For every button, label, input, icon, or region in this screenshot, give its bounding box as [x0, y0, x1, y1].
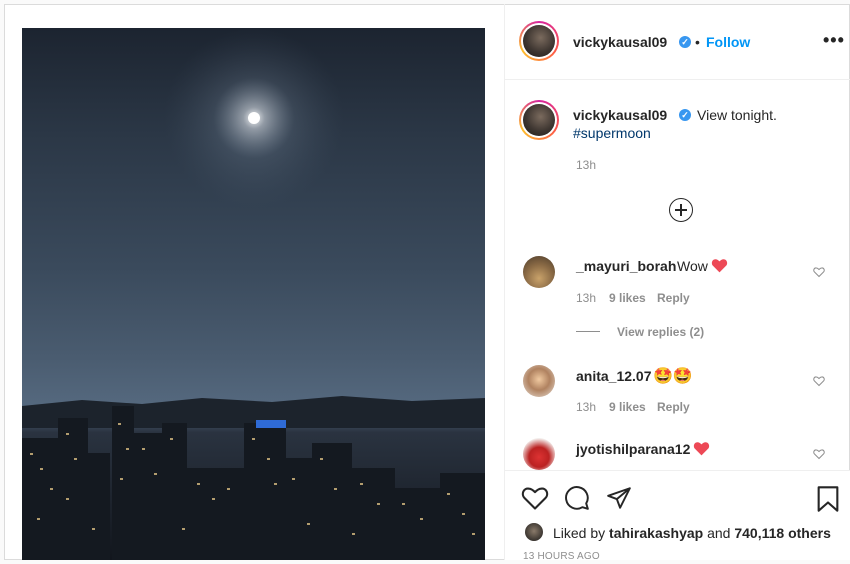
actions-bar: Liked by tahirakashyap and 740,118 other… [505, 470, 850, 562]
heart-outline-icon[interactable] [521, 485, 549, 511]
commenter-avatar[interactable] [523, 365, 555, 397]
view-replies-button[interactable]: View replies (2) [617, 325, 704, 339]
starstruck-emoji-icon: 🤩🤩 [653, 368, 693, 385]
comment-username[interactable]: anita_12.07 [576, 368, 652, 384]
author-avatar[interactable] [519, 21, 559, 61]
heart-emoji-icon [693, 442, 710, 456]
comment-username[interactable]: jyotishilparana12 [576, 441, 690, 457]
caption-username[interactable]: vickykausal09 [573, 107, 667, 123]
post-timestamp[interactable]: 13 HOURS AGO [523, 551, 600, 562]
more-options-icon[interactable]: ••• [823, 30, 845, 51]
bookmark-icon[interactable] [815, 485, 841, 513]
comment-time: 13h [576, 291, 597, 305]
night-city-moon-illustration [22, 28, 485, 560]
liked-by-line: Liked by tahirakashyap and 740,118 other… [553, 525, 831, 541]
post-sidebar: vickykausal09 ✓ • Follow ••• vickykausal… [504, 4, 850, 562]
share-icon[interactable] [605, 485, 633, 511]
like-comment-icon[interactable] [813, 448, 825, 460]
verified-icon: ✓ [679, 36, 691, 48]
hashtag-link[interactable]: #supermoon [573, 125, 651, 141]
post-photo[interactable] [22, 28, 485, 560]
commenter-avatar[interactable] [523, 256, 555, 288]
comment-text: Wow [677, 258, 708, 274]
heart-emoji-icon [711, 259, 728, 273]
liked-by-prefix: Liked by [553, 525, 610, 541]
comment-likes[interactable]: 9 likes [609, 400, 646, 414]
caption-time: 13h [576, 158, 597, 172]
commenter-avatar[interactable] [523, 438, 555, 470]
liked-by-user[interactable]: tahirakashyap [609, 525, 703, 541]
separator: • [695, 34, 700, 50]
reply-button[interactable]: Reply [657, 400, 690, 414]
liked-by-avatar[interactable] [525, 523, 543, 541]
caption-text: View tonight. [697, 107, 777, 123]
follow-button[interactable]: Follow [706, 34, 750, 50]
like-comment-icon[interactable] [813, 375, 825, 387]
comment-likes[interactable]: 9 likes [609, 291, 646, 305]
comment-username[interactable]: _mayuri_borah [576, 258, 676, 274]
post-header: vickykausal09 ✓ • Follow ••• [505, 4, 850, 80]
reply-button[interactable]: Reply [657, 291, 690, 305]
likes-count[interactable]: 740,118 others [734, 525, 831, 541]
moon [248, 112, 260, 124]
caption-avatar[interactable] [519, 100, 559, 140]
comment-icon[interactable] [563, 485, 591, 511]
liked-by-middle: and [703, 525, 735, 541]
add-comment-icon[interactable] [669, 198, 693, 222]
like-comment-icon[interactable] [813, 266, 825, 278]
replies-divider [576, 331, 600, 332]
author-username[interactable]: vickykausal09 [573, 34, 667, 50]
comment-time: 13h [576, 400, 597, 414]
verified-icon: ✓ [679, 109, 691, 121]
